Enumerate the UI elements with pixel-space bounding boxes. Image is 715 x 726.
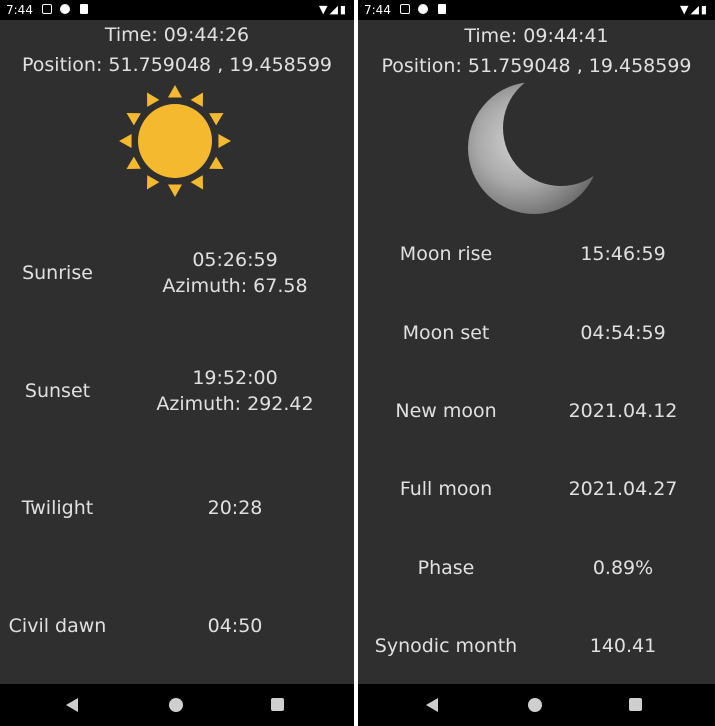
- twilight-label: Twilight: [21, 497, 94, 519]
- sun-ray: [147, 92, 160, 107]
- back-icon[interactable]: [426, 698, 438, 712]
- civil-dawn-label: Civil dawn: [8, 615, 107, 637]
- status-bar: 7:44 ▼◢▮: [358, 0, 715, 20]
- sunrise-time: 05:26:59: [192, 249, 278, 271]
- new-moon-value: 2021.04.12: [568, 400, 678, 422]
- phase-label: Phase: [417, 557, 475, 579]
- sun-ray: [119, 133, 132, 149]
- sun-ray: [167, 85, 183, 98]
- recent-apps-icon[interactable]: [271, 698, 284, 711]
- moon-set-label: Moon set: [402, 322, 490, 344]
- navigation-bar: [358, 684, 715, 726]
- sun-icon: [119, 85, 231, 197]
- sunset-time: 19:52:00: [192, 367, 278, 389]
- status-clock: 7:44: [6, 3, 33, 17]
- notification-p-icon: [418, 4, 428, 14]
- phase-value: 0.89%: [592, 557, 654, 579]
- navigation-bar: [0, 684, 354, 726]
- sun-ray: [126, 156, 141, 169]
- sunset-azimuth: Azimuth: 292.42: [156, 393, 314, 415]
- sun-ray: [126, 113, 141, 126]
- sun-ray: [190, 175, 203, 190]
- signal-battery-icon: ▼◢▮: [680, 3, 709, 16]
- back-icon[interactable]: [66, 698, 78, 712]
- moon-rise-label: Moon rise: [399, 243, 493, 265]
- recent-apps-icon[interactable]: [629, 698, 642, 711]
- twilight-time: 20:28: [207, 497, 263, 519]
- synodic-month-value: 140.41: [589, 635, 657, 657]
- sun-screen: 7:44 ▼◢▮ Time: 09:44:26 Position: 51.759…: [0, 0, 354, 726]
- synodic-month-label: Synodic month: [374, 635, 518, 657]
- home-icon[interactable]: [528, 698, 542, 712]
- civil-dawn-time: 04:50: [207, 615, 263, 637]
- notification-p-icon: [60, 4, 70, 14]
- sunrise-label: Sunrise: [22, 262, 93, 284]
- moon-set-value: 04:54:59: [580, 322, 666, 344]
- moon-crescent-icon: [468, 82, 600, 214]
- sunrise-azimuth: Azimuth: 67.58: [162, 275, 308, 297]
- sd-card-icon: [80, 4, 88, 14]
- full-moon-value: 2021.04.27: [568, 478, 678, 500]
- position-line: Position: 51.759048 , 19.458599: [381, 55, 692, 77]
- sun-ray: [209, 113, 224, 126]
- moon-rise-value: 15:46:59: [580, 243, 666, 265]
- notification-a-icon: [400, 4, 410, 14]
- sunset-label: Sunset: [24, 380, 91, 402]
- sun-ray: [147, 175, 160, 190]
- signal-battery-icon: ▼◢▮: [319, 3, 348, 16]
- status-clock: 7:44: [364, 3, 391, 17]
- sun-ray: [167, 184, 183, 197]
- time-line: Time: 09:44:26: [104, 24, 250, 46]
- position-line: Position: 51.759048 , 19.458599: [21, 54, 333, 76]
- status-bar: 7:44 ▼◢▮: [0, 0, 354, 20]
- new-moon-label: New moon: [395, 400, 497, 422]
- sun-ray: [209, 156, 224, 169]
- moon-screen: 7:44 ▼◢▮ Time: 09:44:41 Position: 51.759…: [358, 0, 715, 726]
- full-moon-label: Full moon: [399, 478, 493, 500]
- notification-a-icon: [42, 4, 52, 14]
- sun-ray: [218, 133, 231, 149]
- home-icon[interactable]: [169, 698, 183, 712]
- sd-card-icon: [438, 4, 446, 14]
- sun-ray: [190, 92, 203, 107]
- time-line: Time: 09:44:41: [464, 25, 609, 47]
